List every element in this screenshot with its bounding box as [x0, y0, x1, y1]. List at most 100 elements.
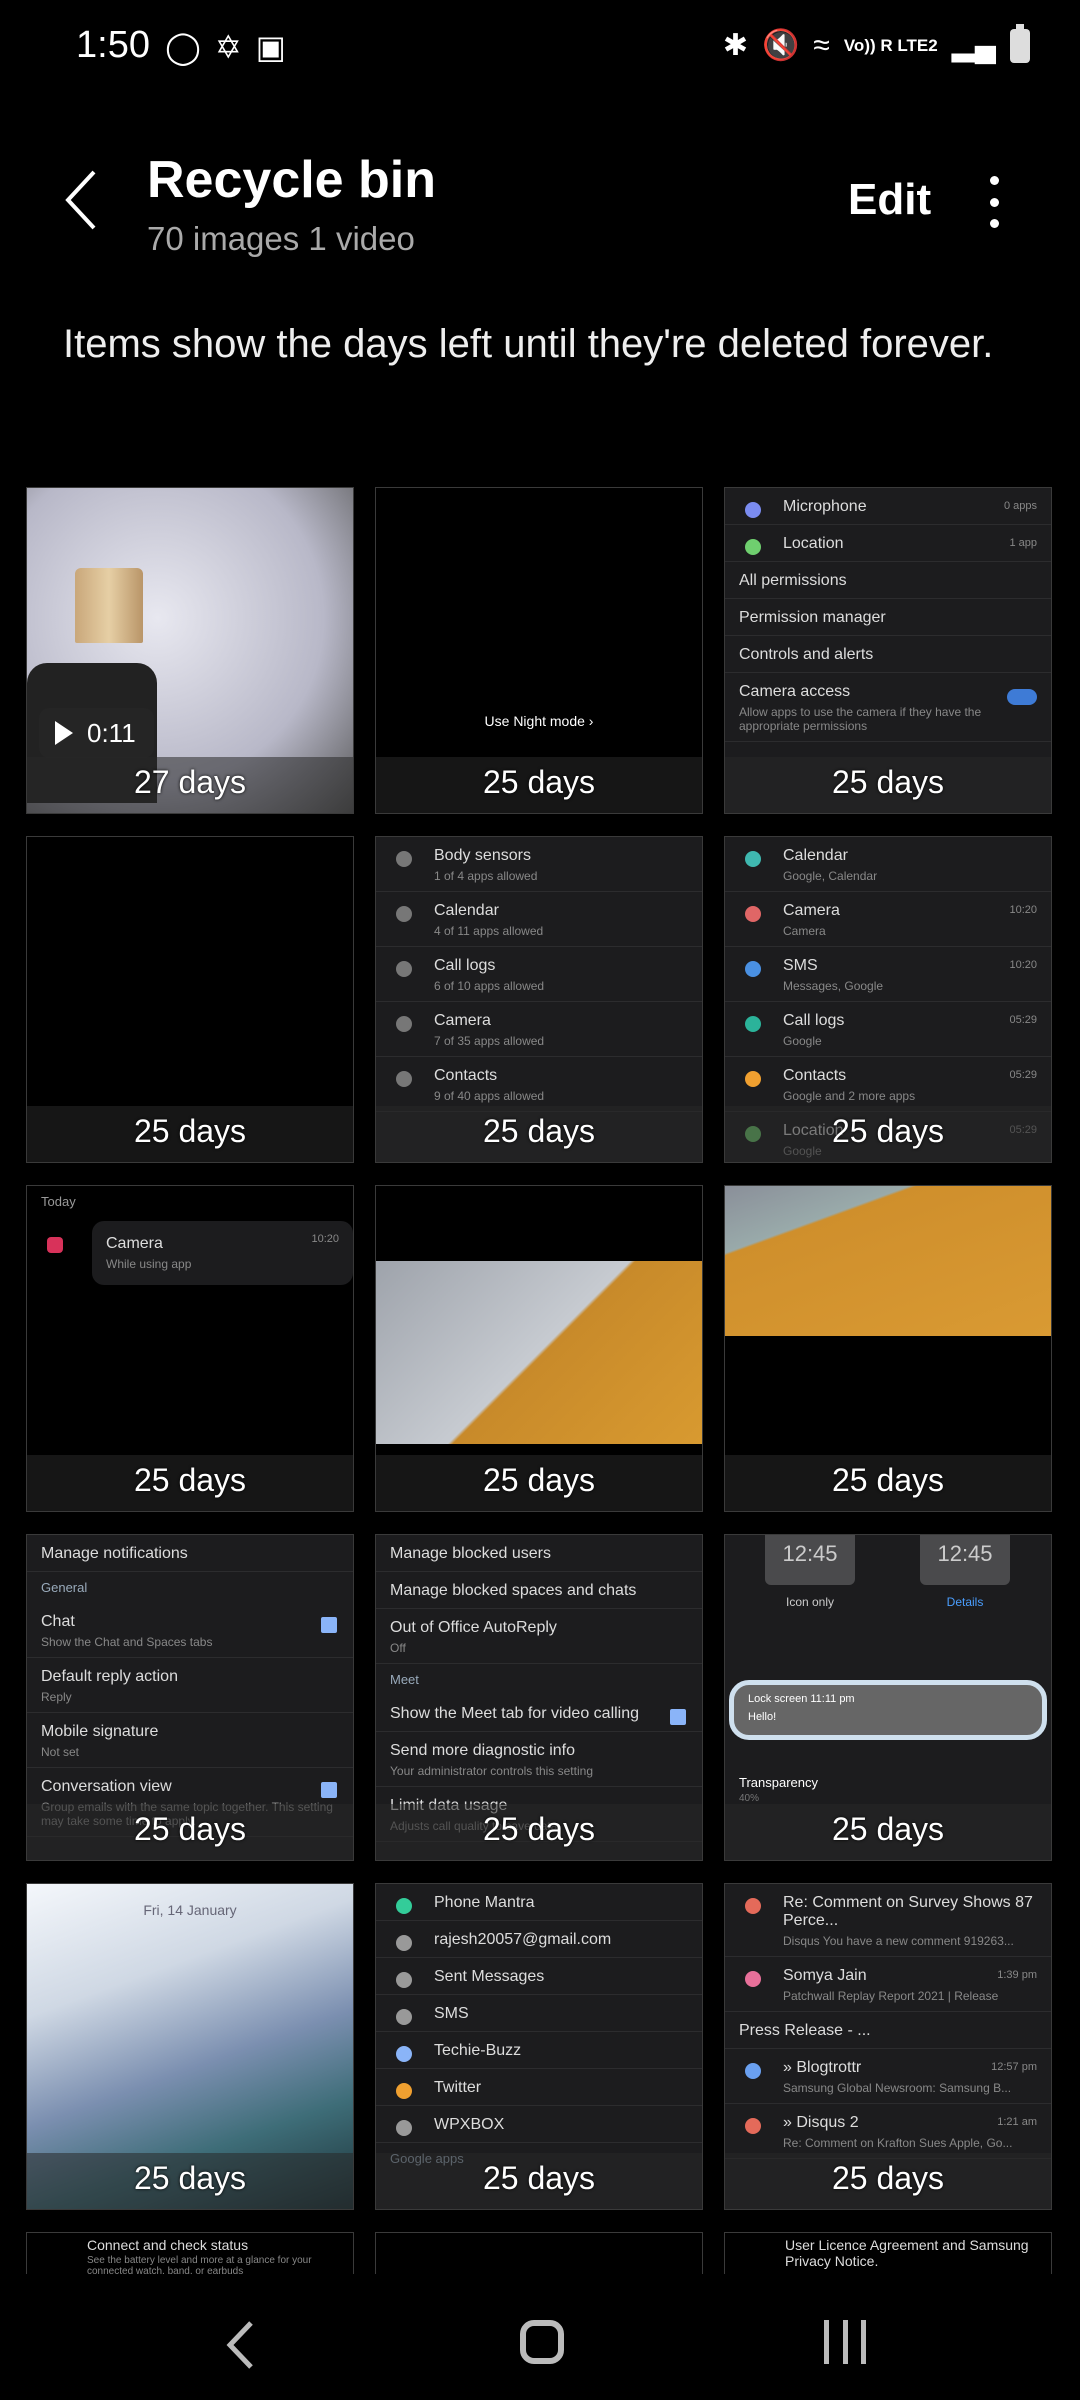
back-button[interactable] — [62, 168, 102, 232]
list-item-icon — [396, 961, 412, 977]
list-item-icon — [745, 961, 761, 977]
thumbnail-rows[interactable]: Manage notifications General Chat Show the … — [26, 1534, 354, 1861]
network-label: Vo)) R LTE2 — [843, 36, 938, 55]
thumbnail-rows[interactable]: Re: Comment on Survey Shows 87 Perce... D… — [724, 1883, 1052, 2210]
days-left-label: 25 days — [376, 2153, 702, 2209]
thumbnail-lamp[interactable]: 0:11 27 days — [26, 487, 354, 814]
nav-recents-icon[interactable] — [824, 2320, 866, 2364]
lamp-photo — [75, 568, 143, 643]
laptop-photo — [376, 1261, 702, 1444]
video-duration: 0:11 — [39, 708, 154, 758]
list-item-title: Controls and alerts — [739, 646, 874, 663]
thumbnail-rows[interactable]: User Licence Agreement and Samsung Priva… — [724, 2232, 1052, 2274]
list-item: Calendar 4 of 11 apps allowed — [376, 892, 702, 947]
thumbnail-lockscreen[interactable]: 12:45 12:45 Icon only Details Lock screen 11… — [724, 1534, 1052, 1861]
thumbnail-black[interactable]: 25 days — [26, 836, 354, 1163]
thumbnail-today[interactable]: Today Camera While using app 10:20 25 days — [26, 1185, 354, 1512]
thumbnail-wall[interactable]: Fri, 14 January 25 days — [26, 1883, 354, 2210]
list-item: Show the Meet tab for video calling — [376, 1695, 702, 1732]
gallery-icon: ▣ — [255, 29, 286, 65]
list-item-icon — [745, 2118, 761, 2134]
list-item: Microphone 0 apps — [725, 488, 1051, 525]
list-item: WPXBOX — [376, 2106, 702, 2143]
thumbnail-rows[interactable]: Calendar Google, Calendar Camera Camera 10:2… — [724, 836, 1052, 1163]
list-item: All permissions — [725, 562, 1051, 599]
thumbnail-rows[interactable]: Phone Mantra rajesh20057@gmail.com Sent Me… — [375, 1883, 703, 2210]
list-item-icon — [396, 1898, 412, 1914]
section-header: Today — [41, 1194, 76, 1209]
list-item-icon — [396, 2083, 412, 2099]
signal-icon: ▂▄ — [951, 29, 996, 62]
wifi-icon: ≈ — [813, 28, 830, 62]
list-item-icon — [745, 502, 761, 518]
list-item-title: WPXBOX — [434, 2116, 505, 2133]
list-item-icon — [745, 1898, 761, 1914]
list-item-subtitle: Disqus You have a new comment 919263... — [783, 1934, 1014, 1948]
nav-back-icon[interactable] — [225, 2320, 255, 2370]
edit-button[interactable]: Edit — [848, 175, 931, 225]
option-details: Details — [946, 1595, 984, 1609]
list-item-subtitle: Camera — [783, 924, 826, 938]
thumbnail-box[interactable]: 25 days — [724, 1185, 1052, 1512]
lock-notification: Lock screen 11:11 pm Hello! — [729, 1680, 1047, 1740]
status-time: 1:50 — [76, 24, 150, 66]
info-text: Items show the days left until they're d… — [63, 322, 994, 366]
mute-icon: 🔇 — [762, 29, 800, 62]
list-item-title: rajesh20057@gmail.com — [434, 1931, 612, 1948]
list-item-title: Permission manager — [739, 609, 886, 626]
list-item-subtitle: Samsung Global Newsroom: Samsung B... — [783, 2081, 1012, 2095]
list-item: Call logs 6 of 10 apps allowed — [376, 947, 702, 1002]
thumbnail-rows[interactable]: Manage blocked users Manage blocked space… — [375, 1534, 703, 1861]
list-item-title: Calendar — [434, 902, 499, 919]
list-item: Default reply action Reply — [27, 1658, 353, 1713]
list-item-title: Manage blocked spaces and chats — [390, 1582, 637, 1599]
clock-preview: 12:45 — [920, 1535, 1010, 1585]
list-item-meta: 10:20 — [1009, 904, 1037, 916]
days-left-label: 25 days — [725, 1106, 1051, 1162]
list-item-icon — [396, 1071, 412, 1087]
battery-icon — [1010, 23, 1030, 63]
list-item-title: Connect and check status — [87, 2237, 249, 2253]
slack-icon: ✡ — [214, 29, 242, 65]
option-icon-only: Icon only — [785, 1595, 835, 1609]
list-item: Manage blocked spaces and chats — [376, 1572, 702, 1609]
thumbnail-rows[interactable]: Connect and check status See the battery … — [26, 2232, 354, 2274]
list-item-title: Body sensors — [434, 847, 531, 864]
thumbnail-night[interactable]: Use Night mode › 25 days — [375, 487, 703, 814]
list-item-subtitle: While using app — [106, 1257, 192, 1271]
list-item-title: Call logs — [783, 1012, 845, 1029]
list-item: Location 1 app — [725, 525, 1051, 562]
clock-preview: 12:45 — [765, 1535, 855, 1585]
list-item-subtitle: Messages, Google — [783, 979, 884, 993]
night-mode-caption: Use Night mode › — [484, 713, 594, 729]
list-item: Twitter — [376, 2069, 702, 2106]
more-options-icon[interactable] — [982, 176, 1006, 228]
list-item-icon — [396, 906, 412, 922]
list-item: Camera access Allow apps to use the camer… — [725, 673, 1051, 742]
nav-home-icon[interactable] — [520, 2320, 564, 2364]
list-item-title: Sent Messages — [434, 1968, 545, 1985]
list-item-meta: 0 apps — [1003, 500, 1037, 512]
list-item-subtitle: 9 of 40 apps allowed — [434, 1089, 545, 1103]
list-item-icon — [745, 2063, 761, 2079]
thumbnail-black[interactable] — [375, 2232, 703, 2274]
list-item: Call logs Google 05:29 — [725, 1002, 1051, 1057]
status-bar: 1:50 ◯ ✡ ▣ ✱ 🔇 ≈ Vo)) R LTE2 ▂▄ — [0, 0, 1080, 95]
list-item-title: Location — [783, 535, 844, 552]
list-item: Send more diagnostic info Your administra… — [376, 1732, 702, 1787]
list-item-subtitle: Show the Chat and Spaces tabs — [41, 1635, 213, 1649]
thumbnail-rows[interactable]: Body sensors 1 of 4 apps allowed Calendar 4… — [375, 836, 703, 1163]
list-item-icon — [396, 2046, 412, 2062]
list-item-title: User Licence Agreement and Samsung Priva… — [785, 2237, 1029, 2269]
list-item-title: SMS — [434, 2005, 469, 2022]
thumbnail-rows[interactable]: Microphone 0 apps Location 1 app All permiss… — [724, 487, 1052, 814]
days-left-label: 25 days — [725, 757, 1051, 813]
list-item-subtitle: Your administrator controls this setting — [390, 1764, 593, 1778]
list-item-title: Phone Mantra — [434, 1894, 535, 1911]
days-left-label: 25 days — [725, 2153, 1051, 2209]
list-item: rajesh20057@gmail.com — [376, 1921, 702, 1958]
list-item: SMS Messages, Google 10:20 — [725, 947, 1051, 1002]
list-item-meta: 1:39 pm — [997, 1969, 1037, 1981]
list-item: Camera While using app 10:20 — [47, 1221, 353, 1285]
thumbnail-laptop[interactable]: 25 days — [375, 1185, 703, 1512]
